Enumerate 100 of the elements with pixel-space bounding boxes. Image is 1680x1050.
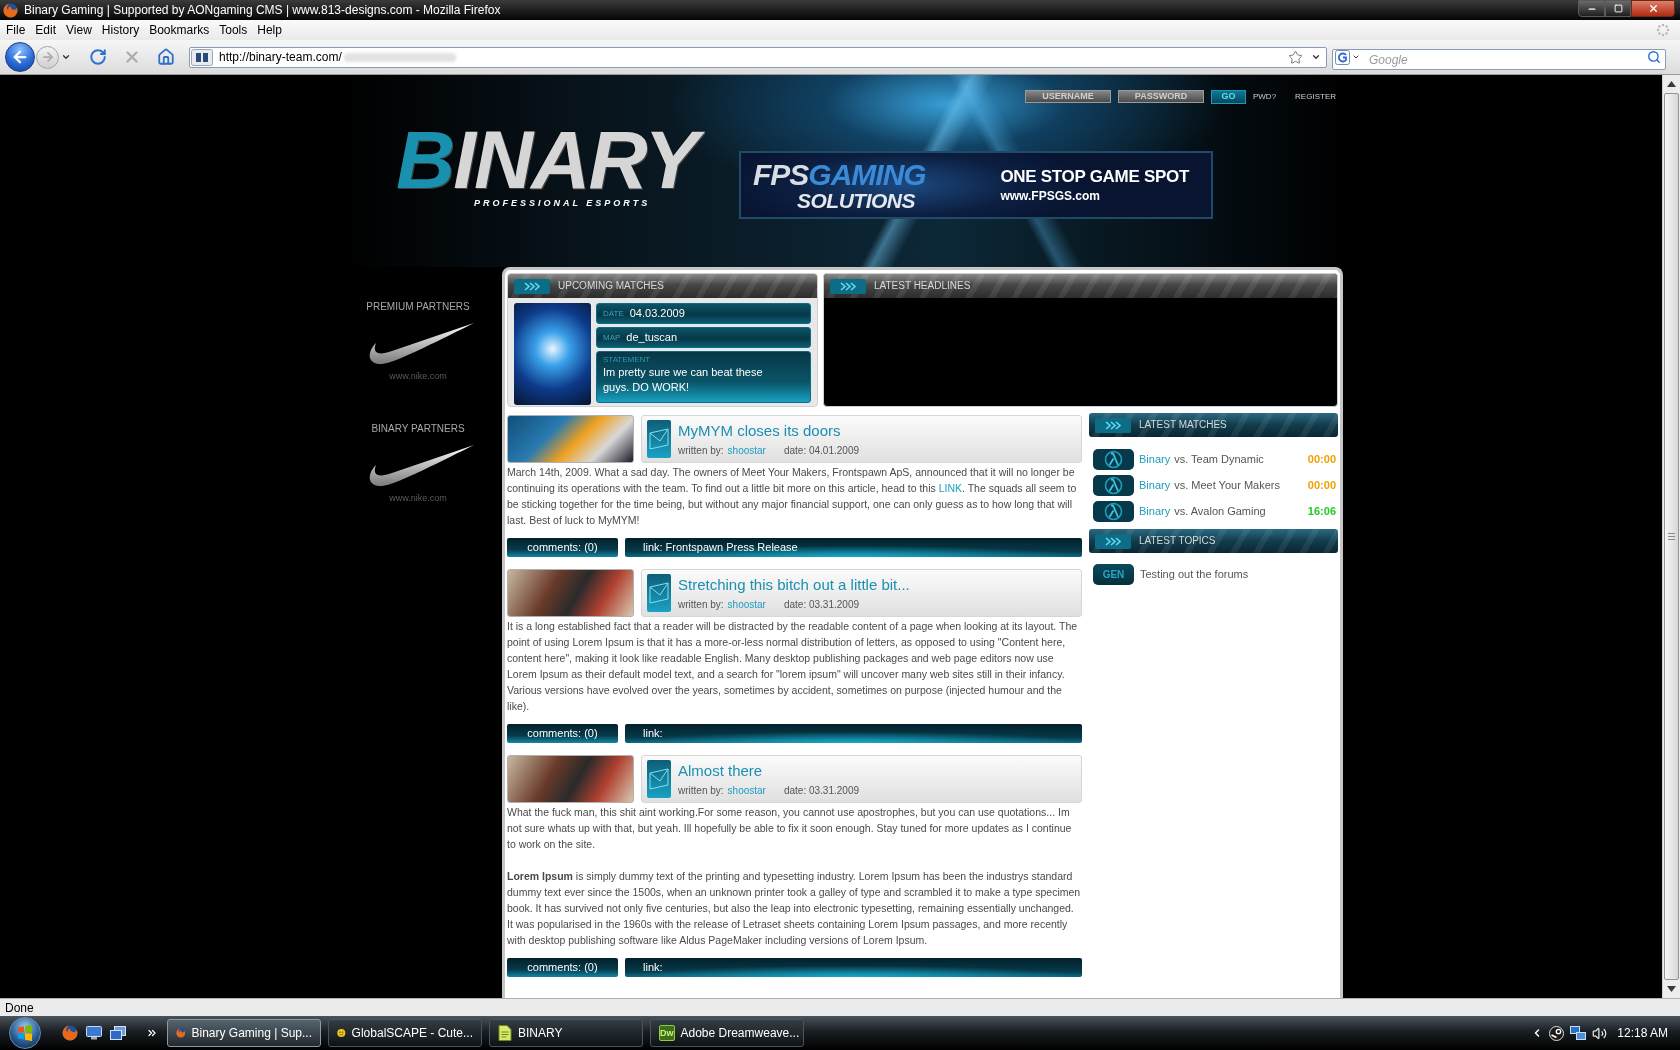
opponent-text: vs. Team Dynamic	[1174, 452, 1264, 468]
post-text: What the fuck man, this shit aint working.For some reason, you cannot use apostrophes, but you can use quotations... Im not sure whats up with that, but yeah. Ill hopefully be able to fix it soon enough. Stay tuned for more updates as I continue to work on the site.	[507, 805, 1073, 852]
header-link[interactable]: REGISTER	[1295, 92, 1336, 101]
address-field[interactable]: http://binary-team.com/	[189, 46, 1327, 68]
search-icon[interactable]	[1647, 49, 1661, 64]
envelope-icon	[647, 574, 671, 612]
lambda-logo-icon	[1093, 449, 1134, 470]
stop-icon	[123, 48, 141, 66]
chevrons-icon	[830, 278, 866, 294]
field-value: de_tuscan	[626, 332, 678, 343]
article-link-bar[interactable]: link:	[625, 958, 1082, 977]
menu-item[interactable]: File	[1, 24, 31, 36]
scroll-up-arrow-icon[interactable]	[1667, 81, 1676, 87]
window-title: Binary Gaming | Supported by AONgaming CMS | www.813-designs.com - Mozilla Firefox	[24, 4, 501, 16]
post-text: Lorem Ipsum is simply dummy text of the printing and typesetting industry. Lorem Ipsum has been the industrys standard dummy text ever since the 1500s, when an unknown printer took a galley of type and scrambled it to make a type specimen book. It has survived not only five centuries, but also the leap into electronic typesetting, remaining essentially unchanged. It was popularised in the 1960s with the release of Letraset sheets containing Lorem Ipsum passages, and more recently with desktop publishing software like Aldus PageMaker including versions of Lorem Ipsum.	[507, 869, 1082, 948]
comments-button[interactable]: comments: (0)	[507, 958, 618, 977]
banner-brand-subtitle: SOLUTIONS	[797, 189, 916, 211]
panel-title: LATEST MATCHES	[1139, 420, 1227, 430]
panel-title: LATEST HEADLINES	[874, 281, 971, 291]
author-label: written by:	[678, 444, 724, 457]
back-button[interactable]	[5, 42, 35, 72]
banner-slogan: ONE STOP GAME SPOT	[1000, 168, 1189, 185]
username-field[interactable]: USERNAME	[1024, 90, 1111, 103]
reload-icon	[89, 48, 107, 66]
taskbar-button[interactable]: GlobalSCAPE - Cute...	[328, 1019, 482, 1047]
match-time: 00:00	[1307, 452, 1336, 468]
comments-button[interactable]: comments: (0)	[507, 724, 618, 743]
comments-button[interactable]: comments: (0)	[507, 538, 618, 557]
post-text: It is a long established fact that a reader will be distracted by the readable content of a page when looking at its layout. The point of using Lorem Ipsum is that it has a more-or-less normal distribution of letters, as opposed to using "Content here, content here", making it look like readable English. Many desktop publishing packages and web page editors now use Lorem Ipsum as their default model text, and a search for "lorem ipsum" will uncover many web sites still in their infancy. Various versions have evolved over the years, sometimes by accident, sometimes on purpose (injected humour and the like).	[507, 619, 1079, 714]
field-value: Im pretty sure we can beat these guys. DO WORK!	[603, 365, 764, 395]
article-link-bar[interactable]: link: Frontspawn Press Release	[625, 538, 1082, 557]
partners-heading: BINARY PARTNERS	[371, 423, 465, 435]
search-engine-icon[interactable]	[1335, 49, 1350, 65]
show-desktop-icon[interactable]	[86, 1026, 102, 1040]
panel-title: UPCOMING MATCHES	[558, 281, 664, 291]
article-link-bar[interactable]: link:	[625, 724, 1082, 743]
firefox-icon	[3, 2, 18, 18]
menu-item[interactable]: Help	[252, 24, 287, 36]
topic-link[interactable]: Testing out the forums	[1140, 566, 1249, 583]
match-time: 16:06	[1307, 504, 1336, 520]
dropdown-caret-icon[interactable]	[1352, 53, 1360, 61]
dropdown-caret-icon[interactable]	[1311, 52, 1321, 62]
logo-wordmark: BINARY	[396, 123, 716, 197]
menu-item[interactable]: Bookmarks	[144, 24, 215, 36]
document-icon	[498, 1025, 512, 1041]
taskbar-button[interactable]: BINARY	[489, 1019, 643, 1047]
header-link[interactable]: PWD?	[1252, 92, 1277, 101]
app-logo: Dw	[659, 1025, 675, 1041]
start-button[interactable]	[9, 1017, 41, 1049]
dropdown-caret-icon[interactable]	[61, 52, 71, 62]
taskbar-button[interactable]: Dw Adobe Dreamweave...	[650, 1019, 804, 1047]
menu-item[interactable]: History	[96, 24, 145, 36]
switch-windows-icon[interactable]	[110, 1026, 126, 1040]
reload-button[interactable]	[87, 46, 109, 68]
close-button[interactable]	[1631, 0, 1675, 17]
opponent-text: vs. Meet Your Makers	[1174, 478, 1280, 494]
opponent-text: vs. Avalon Gaming	[1174, 504, 1266, 520]
chevrons-icon	[1095, 533, 1131, 549]
minimize-button[interactable]	[1578, 0, 1605, 17]
home-button[interactable]	[155, 46, 177, 68]
status-text: Done	[5, 1001, 34, 1014]
envelope-icon	[647, 760, 671, 798]
menu-item[interactable]: Edit	[30, 24, 62, 36]
menu-item[interactable]: Tools	[214, 24, 253, 36]
bookmark-star-icon[interactable]	[1288, 49, 1303, 65]
envelope-icon	[647, 420, 671, 458]
clock: 12:18 AM	[1617, 1027, 1668, 1039]
home-icon	[157, 48, 175, 66]
logo-tagline: PROFESSIONAL ESPORTS	[474, 199, 652, 208]
chevrons-icon	[514, 278, 550, 294]
chevrons-icon	[1095, 417, 1131, 433]
post-text: March 14th, 2009. What a sad day. The owners of Meet Your Makers, Frontspawn ApS, announced that it will no longer be continuing its operations with the team. To find out a little bit more on this article, head to this LINK. The squads all seem to be sticking together for the time being, but without any major financial support, one can only guess as to how long that will last. Best of luck to MyMYM!	[507, 465, 1078, 528]
partners-heading: PREMIUM PARTNERS	[366, 301, 470, 313]
go-button[interactable]: GO	[1210, 89, 1246, 104]
match-time: 00:00	[1307, 478, 1336, 494]
circle-logo-icon[interactable]	[1549, 1025, 1565, 1041]
maximize-icon	[1613, 4, 1623, 13]
scrollbar-thumb[interactable]	[1664, 93, 1679, 980]
more-chevrons-icon[interactable]	[146, 1027, 158, 1039]
site-identity-icon	[191, 48, 213, 66]
menu-item[interactable]: View	[61, 24, 97, 36]
banner-url: www.FPSGS.com	[1000, 190, 1101, 202]
post-date: date: 03.31.2009	[783, 784, 859, 797]
forum-tag: GEN	[1093, 564, 1134, 585]
scroll-down-arrow-icon[interactable]	[1667, 986, 1676, 992]
panel-title: LATEST TOPICS	[1139, 536, 1216, 546]
author-label: written by:	[678, 598, 724, 611]
lambda-logo-icon	[1093, 475, 1134, 496]
windows-flag-icon	[17, 1025, 33, 1041]
search-field[interactable]: Google	[1332, 49, 1666, 70]
network-icon[interactable]	[1570, 1025, 1587, 1041]
post-date: date: 04.01.2009	[783, 444, 859, 457]
field-label: DATE	[603, 309, 624, 318]
field-label: MAP	[603, 333, 621, 342]
maximize-button[interactable]	[1605, 0, 1631, 17]
taskbar-button[interactable]: Binary Gaming | Sup...	[167, 1019, 321, 1047]
speaker-icon[interactable]	[1592, 1025, 1608, 1041]
password-field[interactable]: PASSWORD	[1117, 90, 1204, 103]
throbber-icon	[1656, 23, 1670, 37]
post-date: date: 03.31.2009	[783, 598, 859, 611]
